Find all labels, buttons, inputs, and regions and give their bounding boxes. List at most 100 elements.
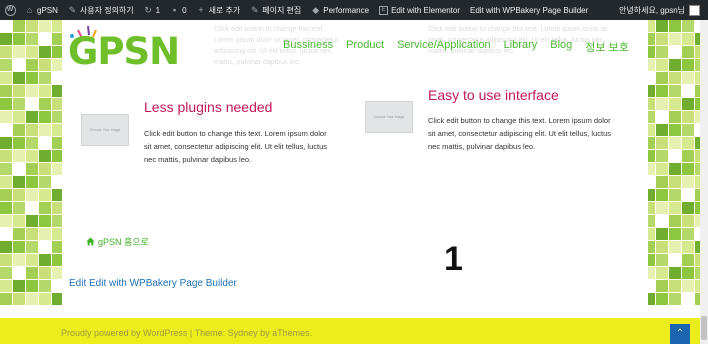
- logo-text: GPSN: [68, 30, 180, 73]
- mosaic-tile: [39, 124, 51, 136]
- mosaic-tile: [0, 215, 12, 227]
- right-mosaic-background: [643, 20, 708, 318]
- mosaic-tile: [682, 137, 694, 149]
- wpbakery-link[interactable]: Edit with WPBakery Page Builder: [465, 0, 593, 20]
- plus-icon: +: [198, 4, 204, 15]
- mosaic-tile: [669, 85, 681, 97]
- mosaic-tile: [682, 163, 694, 175]
- mosaic-tile: [26, 215, 38, 227]
- mosaic-tile: [682, 59, 694, 71]
- mosaic-tile: [656, 150, 668, 162]
- scroll-to-top-button[interactable]: ⌃: [670, 324, 690, 344]
- mosaic-tile: [669, 124, 681, 136]
- mosaic-tile: [656, 46, 668, 58]
- mosaic-tile: [682, 228, 694, 240]
- mosaic-tile: [656, 254, 668, 266]
- performance-link[interactable]: ◆ Performance: [306, 0, 374, 20]
- mosaic-tile: [0, 59, 12, 71]
- mosaic-tile: [13, 46, 25, 58]
- mosaic-tile: [13, 215, 25, 227]
- mosaic-tile: [39, 254, 51, 266]
- customize-link[interactable]: ✎ 사용자 정의하기: [63, 0, 139, 20]
- my-account-menu[interactable]: 안녕하세요, gpsn님: [614, 0, 708, 20]
- mosaic-tile: [13, 124, 25, 136]
- mosaic-tile: [669, 176, 681, 188]
- mosaic-tile: [0, 33, 12, 45]
- nav-item-privacy[interactable]: 정보 보호: [585, 39, 629, 54]
- mosaic-tile: [39, 59, 51, 71]
- mosaic-tile: [656, 293, 668, 305]
- nav-item-bussiness[interactable]: Bussiness: [283, 39, 333, 53]
- mosaic-tile: [26, 150, 38, 162]
- mosaic-tile: [39, 280, 51, 292]
- nav-item-blog[interactable]: Blog: [550, 39, 572, 53]
- mosaic-tile: [669, 46, 681, 58]
- mosaic-tile: [26, 85, 38, 97]
- mosaic-tile: [13, 85, 25, 97]
- site-logo[interactable]: GPSN: [66, 24, 196, 73]
- mosaic-tile: [656, 215, 668, 227]
- mosaic-tile: [0, 46, 12, 58]
- mosaic-tile: [669, 72, 681, 84]
- mosaic-tile: [656, 189, 668, 201]
- comments-link[interactable]: ▪ 0: [165, 0, 191, 20]
- feature-body: Click edit button to change this text. L…: [428, 116, 611, 151]
- mosaic-tile: [656, 267, 668, 279]
- nav-item-library[interactable]: Library: [504, 39, 538, 53]
- mosaic-tile: [682, 72, 694, 84]
- mosaic-tile: [26, 163, 38, 175]
- feature-title: Easy to use interface: [428, 87, 559, 103]
- mosaic-tile: [0, 72, 12, 84]
- mosaic-tile: [669, 254, 681, 266]
- mosaic-tile: [26, 111, 38, 123]
- wordpress-menu[interactable]: W: [0, 0, 20, 20]
- footer-credit[interactable]: Proudly powered by WordPress | Theme: Sy…: [61, 328, 312, 338]
- mosaic-tile: [13, 241, 25, 253]
- mosaic-tile: [0, 124, 12, 136]
- performance-label: Performance: [323, 5, 370, 15]
- nav-item-service-application[interactable]: Service/Application: [397, 39, 491, 53]
- comments-count: 0: [182, 5, 187, 15]
- mosaic-tile: [669, 150, 681, 162]
- site-name-link[interactable]: ⌂ gPSN: [20, 0, 63, 20]
- mosaic-tile: [656, 33, 668, 45]
- mosaic-tile: [669, 215, 681, 227]
- mosaic-tile: [669, 33, 681, 45]
- mosaic-tile: [26, 46, 38, 58]
- mosaic-tile: [39, 137, 51, 149]
- mosaic-tile: [682, 189, 694, 201]
- mosaic-tile: [656, 163, 668, 175]
- edit-page-link[interactable]: ✎ 페이지 편집: [245, 0, 306, 20]
- nav-item-product[interactable]: Product: [346, 39, 384, 53]
- mosaic-tile: [682, 98, 694, 110]
- mosaic-tile: [669, 163, 681, 175]
- home-link-label: gPSN 홈으로: [98, 237, 149, 247]
- mosaic-tile: [0, 280, 12, 292]
- mosaic-tile: [669, 189, 681, 201]
- new-content-link[interactable]: + 새로 추가: [192, 0, 246, 20]
- updates-link[interactable]: ↻ 1: [139, 0, 165, 20]
- home-link[interactable]: gPSN 홈으로: [86, 235, 149, 248]
- elementor-link[interactable]: E Edit with Elementor: [374, 0, 465, 20]
- mosaic-tile: [26, 202, 38, 214]
- updates-count: 1: [155, 5, 161, 15]
- mosaic-tile: [669, 228, 681, 240]
- mosaic-tile: [0, 176, 12, 188]
- mosaic-tile: [39, 98, 51, 110]
- refresh-icon: ↻: [144, 4, 152, 15]
- mosaic-tile: [682, 124, 694, 136]
- avatar: [689, 4, 700, 16]
- mosaic-tile: [0, 293, 12, 305]
- placeholder-label: Choose Your Image: [89, 128, 121, 132]
- mosaic-tile: [0, 98, 12, 110]
- scrollbar-thumb[interactable]: [701, 316, 707, 340]
- scrollbar-track[interactable]: [700, 20, 708, 344]
- mosaic-tile: [0, 20, 12, 32]
- mosaic-tile: [13, 254, 25, 266]
- mosaic-tile: [26, 176, 38, 188]
- mosaic-tile: [26, 228, 38, 240]
- mosaic-tile: [26, 254, 38, 266]
- mosaic-tile: [13, 189, 25, 201]
- mosaic-tile: [26, 98, 38, 110]
- edit-with-wpbakery-link[interactable]: Edit Edit with WPBakery Page Builder: [69, 278, 237, 289]
